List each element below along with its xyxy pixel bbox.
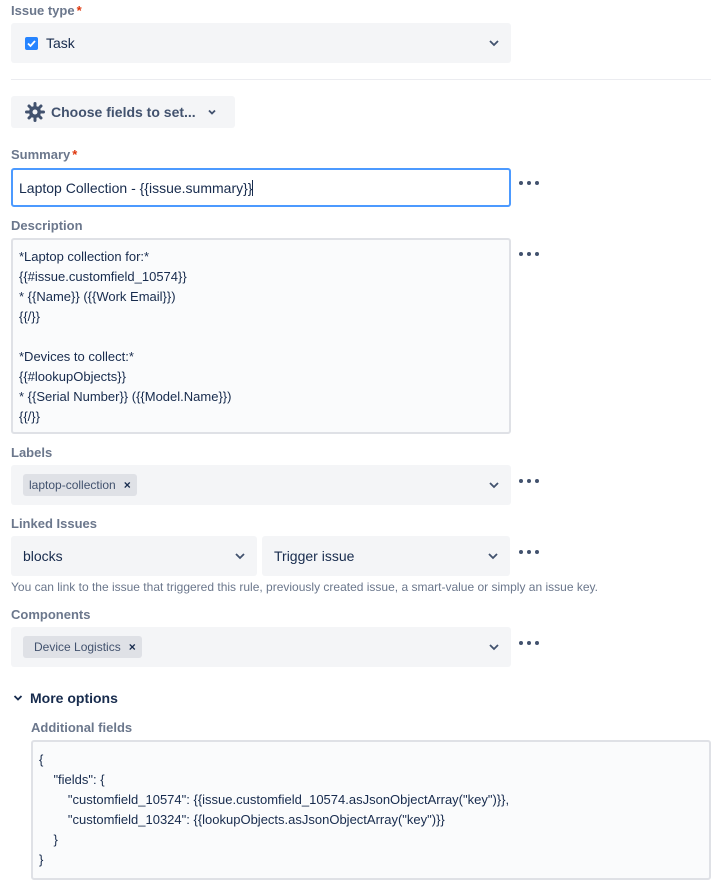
chevron-down-icon	[489, 40, 499, 47]
additional-fields-textarea[interactable]: { "fields": { "customfield_10574": {{iss…	[31, 740, 711, 880]
labels-label: Labels	[11, 445, 53, 460]
json-line: "fields": {	[39, 772, 105, 787]
more-options-label: More options	[30, 690, 118, 706]
labels-select[interactable]: laptop-collection ×	[11, 465, 511, 505]
linked-issues-help: You can link to the issue that triggered…	[11, 580, 598, 594]
description-line: {{#issue.customfield_10574}}	[19, 269, 187, 284]
task-checkbox-icon	[25, 36, 38, 50]
link-type-value: blocks	[23, 548, 63, 564]
link-target-select[interactable]: Trigger issue	[262, 536, 510, 576]
more-options-toggle[interactable]: More options	[11, 690, 118, 706]
components-label: Components	[11, 607, 91, 622]
chevron-down-icon	[488, 553, 498, 560]
components-more-button[interactable]	[519, 639, 541, 647]
link-target-value: Trigger issue	[274, 548, 355, 564]
summary-more-button[interactable]	[519, 179, 541, 187]
chevron-down-icon	[489, 644, 499, 651]
description-line: {{#lookupObjects}}	[19, 369, 126, 384]
link-type-select[interactable]: blocks	[11, 536, 257, 576]
linked-issues-more-button[interactable]	[519, 548, 541, 556]
description-label: Description	[11, 218, 83, 233]
description-line	[19, 327, 503, 347]
description-textarea[interactable]: *Laptop collection for:* {{#issue.custom…	[11, 238, 511, 434]
gear-icon	[25, 102, 45, 122]
remove-tag-icon[interactable]: ×	[129, 640, 136, 654]
label-tag: laptop-collection ×	[23, 474, 137, 496]
additional-fields-label: Additional fields	[31, 720, 133, 735]
description-line: {{/}}	[19, 409, 40, 424]
json-line: }	[39, 832, 58, 847]
label-tag-text: laptop-collection	[29, 478, 116, 492]
json-line: "customfield_10324": {{lookupObjects.asJ…	[39, 812, 445, 827]
summary-value: Laptop Collection - {{issue.summary}}	[19, 179, 253, 196]
linked-issues-label: Linked Issues	[11, 516, 97, 531]
json-line: "customfield_10574": {{issue.customfield…	[39, 792, 510, 807]
json-line: {	[39, 752, 44, 767]
divider	[11, 79, 711, 80]
component-tag-text: Device Logistics	[34, 640, 121, 654]
description-line: * {{Name}} ({{Work Email}})	[19, 289, 176, 304]
choose-fields-label: Choose fields to set...	[51, 104, 196, 120]
chevron-down-icon	[235, 553, 245, 560]
description-line: * {{Serial Number}} ({{Model.Name}})	[19, 389, 232, 404]
chevron-down-icon	[208, 109, 216, 115]
component-tag: Device Logistics ×	[23, 636, 142, 658]
issue-type-label: Issue type *	[11, 3, 82, 18]
description-more-button[interactable]	[519, 250, 541, 258]
issue-type-select[interactable]: Task	[11, 23, 511, 63]
summary-label: Summary *	[11, 147, 78, 162]
summary-input[interactable]: Laptop Collection - {{issue.summary}}	[11, 168, 511, 207]
json-line: }	[39, 852, 44, 867]
labels-more-button[interactable]	[519, 477, 541, 485]
description-line: {{/}}	[19, 309, 40, 324]
text-cursor	[252, 179, 254, 196]
choose-fields-button[interactable]: Choose fields to set...	[11, 96, 235, 128]
chevron-down-icon	[13, 695, 23, 701]
description-line: *Devices to collect:*	[19, 349, 134, 364]
issue-type-value: Task	[46, 35, 75, 51]
components-select[interactable]: Device Logistics ×	[11, 627, 511, 667]
remove-tag-icon[interactable]: ×	[124, 478, 131, 492]
chevron-down-icon	[489, 482, 499, 489]
description-line: *Laptop collection for:*	[19, 249, 150, 264]
